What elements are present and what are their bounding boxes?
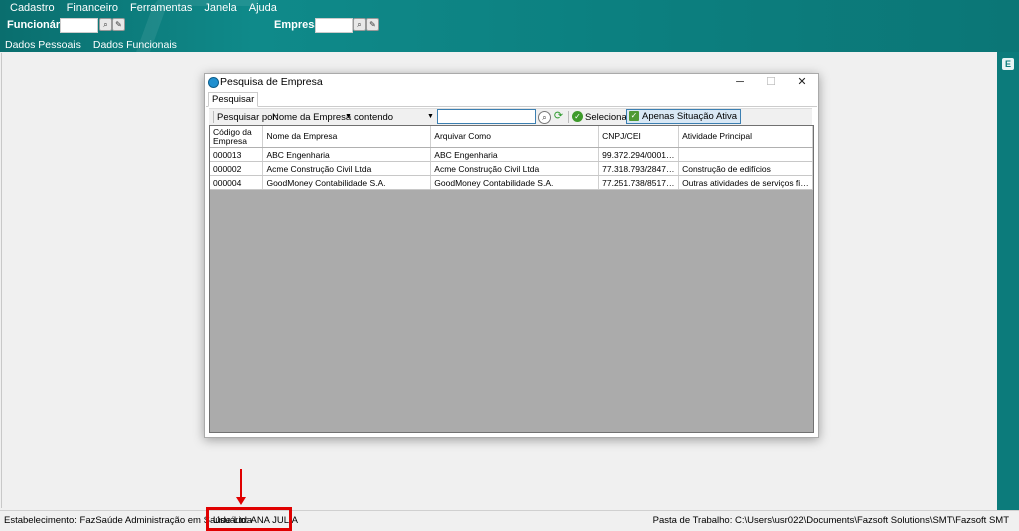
- col-cnpj[interactable]: CNPJ/CEI: [598, 126, 680, 148]
- dialog-title: Pesquisa de Empresa: [220, 76, 323, 88]
- tab-pesquisar[interactable]: Pesquisar: [208, 92, 259, 107]
- cell-cnpj: 99.372.294/0001-40: [598, 147, 680, 162]
- cell-nome: GoodMoney Contabilidade S.A.: [262, 175, 432, 190]
- annotation-arrow: [240, 469, 242, 499]
- cell-nome: ABC Engenharia: [262, 147, 432, 162]
- cell-arquivar: Acme Construção Civil Ltda: [430, 161, 600, 176]
- active-only-toggle[interactable]: ✓ Apenas Situação Ativa: [626, 109, 742, 124]
- maximize-icon: ☐: [766, 76, 776, 88]
- cell-cnpj: 77.318.793/2847-18: [598, 161, 680, 176]
- funcionario-input[interactable]: [60, 18, 98, 33]
- field-dropdown-icon[interactable]: ▼: [345, 113, 352, 120]
- results-grid: Código da Empresa Nome da Empresa Arquiv…: [209, 125, 814, 433]
- menu-ferramentas[interactable]: Ferramentas: [130, 2, 192, 16]
- sub-tabs: Dados Pessoais Dados Funcionais: [5, 39, 189, 51]
- empresa-pick-icon[interactable]: ✎: [366, 18, 379, 31]
- close-icon[interactable]: ✕: [787, 74, 817, 90]
- cell-codigo: 000013: [210, 147, 264, 162]
- operator-dropdown-icon[interactable]: ▼: [427, 113, 434, 120]
- dialog-tabbar: Pesquisar: [206, 92, 817, 107]
- col-codigo[interactable]: Código da Empresa: [210, 126, 264, 148]
- checkbox-checked-icon: ✓: [629, 111, 639, 121]
- menu-financeiro[interactable]: Financeiro: [67, 2, 118, 16]
- side-panel: E: [997, 52, 1019, 510]
- table-row[interactable]: 000002 Acme Construção Civil Ltda Acme C…: [210, 161, 813, 176]
- cell-atividade: Outras atividades de serviços financeir.…: [678, 175, 813, 190]
- select-button[interactable]: Selecionar: [585, 112, 630, 123]
- cell-codigo: 000002: [210, 161, 264, 176]
- empresa-search-icon[interactable]: ⌕: [353, 18, 366, 31]
- toolbar-separator: [568, 111, 569, 123]
- search-dialog: Pesquisa de Empresa ─ ☐ ✕ Pesquisar Pesq…: [204, 73, 819, 438]
- filter-row: Funcionário: ⌕ ✎ Empresa: ⌕ ✎: [0, 17, 1019, 33]
- refresh-icon[interactable]: ⟳: [553, 111, 564, 122]
- menu-ajuda[interactable]: Ajuda: [249, 2, 277, 16]
- cell-atividade: Construção de edifícios: [678, 161, 813, 176]
- cell-nome: Acme Construção Civil Ltda: [262, 161, 432, 176]
- empresa-input[interactable]: [315, 18, 353, 33]
- annotation-arrow-head: [236, 497, 246, 505]
- app-header: Cadastro Financeiro Ferramentas Janela A…: [0, 0, 1019, 52]
- col-arquivar[interactable]: Arquivar Como: [430, 126, 600, 148]
- panel-toggle-icon[interactable]: E: [1002, 58, 1014, 70]
- menu-janela[interactable]: Janela: [204, 2, 236, 16]
- menu-cadastro[interactable]: Cadastro: [10, 2, 55, 16]
- funcionario-search-icon[interactable]: ⌕: [99, 18, 112, 31]
- col-atividade[interactable]: Atividade Principal: [678, 126, 813, 148]
- dialog-titlebar: Pesquisa de Empresa ─ ☐ ✕: [205, 74, 818, 90]
- header-row: Código da Empresa Nome da Empresa Arquiv…: [210, 126, 813, 148]
- app-icon: [208, 77, 219, 88]
- search-toolbar: Pesquisar por: Nome da Empresa ▼ contend…: [209, 108, 812, 125]
- status-pasta: Pasta de Trabalho: C:\Users\usr022\Docum…: [652, 515, 1009, 526]
- status-bar: Estabelecimento: FazSaúde Administração …: [0, 510, 1019, 530]
- tab-dados-pessoais[interactable]: Dados Pessoais: [5, 39, 81, 51]
- cell-arquivar: GoodMoney Contabilidade S.A.: [430, 175, 600, 190]
- minimize-icon[interactable]: ─: [725, 74, 755, 90]
- menu-bar: Cadastro Financeiro Ferramentas Janela A…: [4, 2, 283, 16]
- search-by-label: Pesquisar por:: [217, 112, 279, 123]
- tab-dados-funcionais[interactable]: Dados Funcionais: [93, 39, 177, 51]
- cell-arquivar: ABC Engenharia: [430, 147, 600, 162]
- active-only-label: Apenas Situação Ativa: [642, 111, 738, 122]
- cell-atividade: [678, 147, 813, 162]
- funcionario-pick-icon[interactable]: ✎: [112, 18, 125, 31]
- search-icon[interactable]: ⌕: [538, 111, 551, 124]
- field-select[interactable]: Nome da Empresa: [272, 112, 351, 123]
- cell-codigo: 000004: [210, 175, 264, 190]
- cell-cnpj: 77.251.738/8517-76: [598, 175, 680, 190]
- table-row[interactable]: 000013 ABC Engenharia ABC Engenharia 99.…: [210, 147, 813, 162]
- table-row[interactable]: 000004 GoodMoney Contabilidade S.A. Good…: [210, 175, 813, 190]
- operator-select[interactable]: contendo: [354, 112, 393, 123]
- annotation-highlight-box: [206, 507, 292, 531]
- select-check-icon[interactable]: ✓: [572, 111, 583, 122]
- search-input[interactable]: [437, 109, 536, 124]
- toolbar-grip: [213, 111, 214, 123]
- col-nome[interactable]: Nome da Empresa: [262, 126, 432, 148]
- results-table: Código da Empresa Nome da Empresa Arquiv…: [210, 126, 813, 190]
